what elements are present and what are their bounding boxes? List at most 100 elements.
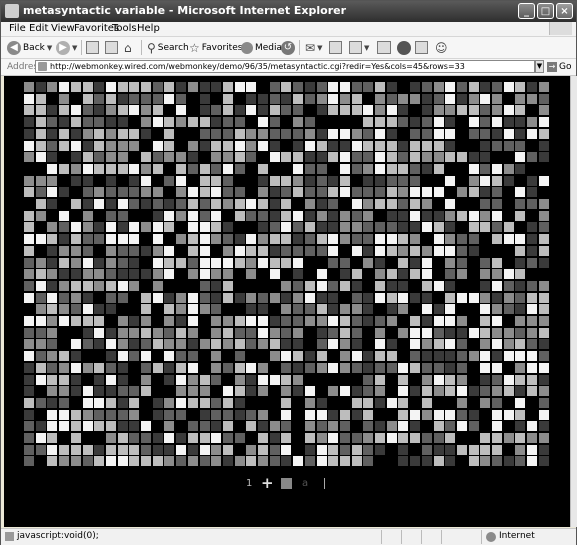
grid-cell[interactable] [70, 245, 81, 256]
grid-cell[interactable] [503, 245, 514, 256]
grid-cell[interactable] [281, 234, 292, 245]
grid-cell[interactable] [433, 128, 444, 139]
grid-cell[interactable] [468, 245, 479, 256]
grid-cell[interactable] [293, 234, 304, 245]
grid-cell[interactable] [187, 409, 198, 420]
grid-cell[interactable] [152, 175, 163, 186]
grid-cell[interactable] [152, 316, 163, 326]
grid-cell[interactable] [363, 316, 374, 326]
grid-cell[interactable] [47, 222, 58, 233]
grid-cell[interactable] [304, 351, 315, 362]
grid-cell[interactable] [269, 316, 280, 326]
grid-cell[interactable] [59, 280, 70, 291]
grid-cell[interactable] [47, 421, 58, 432]
grid-cell[interactable] [538, 421, 549, 432]
grid-cell[interactable] [421, 386, 432, 397]
grid-cell[interactable] [187, 351, 198, 362]
grid-cell[interactable] [375, 175, 385, 186]
grid-cell[interactable] [316, 362, 327, 373]
grid-cell[interactable] [70, 280, 81, 291]
grid-cell[interactable] [35, 117, 46, 128]
grid-cell[interactable] [258, 280, 268, 291]
grid-cell[interactable] [351, 362, 362, 373]
grid-cell[interactable] [445, 444, 456, 455]
grid-cell[interactable] [222, 257, 233, 268]
grid-cell[interactable] [503, 199, 514, 209]
grid-cell[interactable] [199, 93, 210, 104]
grid-cell[interactable] [398, 199, 409, 209]
grid-cell[interactable] [445, 234, 456, 245]
grid-cell[interactable] [164, 269, 175, 280]
grid-cell[interactable] [316, 397, 327, 408]
go-button[interactable]: → Go [547, 60, 571, 73]
grid-cell[interactable] [515, 351, 526, 362]
grid-cell[interactable] [141, 234, 151, 245]
grid-cell[interactable] [339, 93, 350, 104]
grid-cell[interactable] [503, 234, 514, 245]
grid-cell[interactable] [421, 175, 432, 186]
grid-cell[interactable] [456, 175, 467, 186]
grid-cell[interactable] [328, 187, 339, 198]
grid-cell[interactable] [515, 222, 526, 233]
grid-cell[interactable] [152, 245, 163, 256]
grid-cell[interactable] [386, 152, 397, 163]
grid-cell[interactable] [129, 128, 140, 139]
grid-cell[interactable] [105, 128, 116, 139]
grid-cell[interactable] [199, 421, 210, 432]
grid-cell[interactable] [164, 257, 175, 268]
grid-cell[interactable] [375, 210, 385, 221]
grid-cell[interactable] [176, 409, 187, 420]
grid-cell[interactable] [258, 105, 268, 116]
grid-cell[interactable] [445, 105, 456, 116]
grid-cell[interactable] [456, 140, 467, 151]
grid-cell[interactable] [117, 456, 128, 467]
grid-cell[interactable] [246, 339, 257, 350]
grid-cell[interactable] [375, 316, 385, 326]
grid-cell[interactable] [269, 128, 280, 139]
grid-cell[interactable] [246, 433, 257, 443]
grid-cell[interactable] [47, 351, 58, 362]
grid-cell[interactable] [445, 117, 456, 128]
grid-cell[interactable] [59, 362, 70, 373]
grid-cell[interactable] [152, 351, 163, 362]
grid-cell[interactable] [304, 117, 315, 128]
grid-cell[interactable] [258, 128, 268, 139]
grid-cell[interactable] [527, 386, 538, 397]
grid-cell[interactable] [328, 280, 339, 291]
grid-cell[interactable] [293, 257, 304, 268]
grid-cell[interactable] [222, 105, 233, 116]
grid-cell[interactable] [211, 82, 222, 92]
grid-cell[interactable] [94, 199, 105, 209]
grid-cell[interactable] [187, 362, 198, 373]
grid-cell[interactable] [117, 374, 128, 385]
grid-cell[interactable] [199, 374, 210, 385]
grid-cell[interactable] [515, 199, 526, 209]
grid-cell[interactable] [117, 327, 128, 338]
grid-cell[interactable] [375, 327, 385, 338]
grid-cell[interactable] [82, 456, 93, 467]
grid-cell[interactable] [351, 397, 362, 408]
grid-cell[interactable] [269, 105, 280, 116]
grid-cell[interactable] [187, 292, 198, 303]
grid-cell[interactable] [82, 292, 93, 303]
grid-cell[interactable] [234, 222, 245, 233]
grid-cell[interactable] [351, 444, 362, 455]
grid-cell[interactable] [82, 245, 93, 256]
grid-cell[interactable] [164, 433, 175, 443]
grid-cell[interactable] [70, 199, 81, 209]
grid-cell[interactable] [246, 245, 257, 256]
grid-cell[interactable] [480, 409, 491, 420]
grid-cell[interactable] [363, 409, 374, 420]
grid-cell[interactable] [386, 105, 397, 116]
grid-cell[interactable] [94, 93, 105, 104]
grid-cell[interactable] [375, 199, 385, 209]
grid-cell[interactable] [24, 222, 34, 233]
grid-cell[interactable] [24, 82, 34, 92]
grid-cell[interactable] [152, 374, 163, 385]
grid-cell[interactable] [339, 421, 350, 432]
grid-cell[interactable] [492, 128, 502, 139]
stop-button[interactable] [86, 40, 99, 55]
grid-cell[interactable] [82, 397, 93, 408]
grid-cell[interactable] [47, 386, 58, 397]
grid-cell[interactable] [375, 222, 385, 233]
